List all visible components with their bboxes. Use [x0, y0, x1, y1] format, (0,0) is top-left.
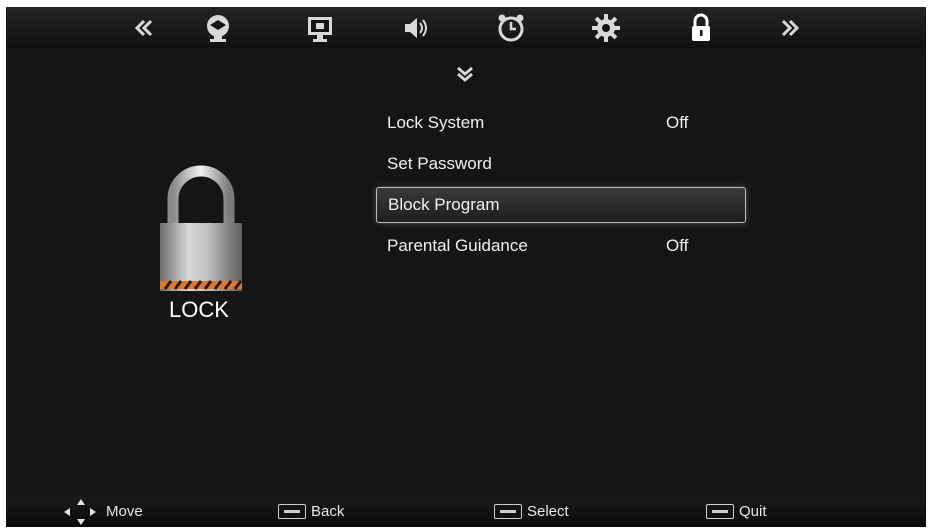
menu-key-icon — [278, 503, 306, 519]
menu-item-label: Block Program — [388, 195, 500, 214]
hint-quit: Quit — [706, 497, 767, 527]
chevron-left-double-icon[interactable] — [126, 11, 160, 45]
clock-icon[interactable] — [494, 11, 528, 45]
menu-item-block-program[interactable]: Block Program — [376, 187, 746, 223]
hint-move: Move — [58, 497, 143, 527]
hint-back-label: Back — [311, 503, 345, 520]
section-title: LOCK — [169, 297, 229, 322]
hint-select: Select — [494, 497, 569, 527]
lock-icon[interactable] — [684, 11, 718, 45]
menu-item-lock-system[interactable]: Lock System Off — [376, 105, 748, 141]
category-bar — [6, 7, 926, 49]
menu-item-value: Off — [666, 236, 689, 255]
hint-back: Back — [278, 497, 344, 527]
hint-quit-label: Quit — [739, 503, 767, 520]
ok-key-icon — [494, 503, 522, 519]
chevron-right-double-icon[interactable] — [774, 11, 808, 45]
sound-icon[interactable] — [399, 11, 433, 45]
padlock-icon — [151, 157, 251, 307]
display-icon[interactable] — [303, 11, 337, 45]
menu-item-label: Lock System — [387, 113, 485, 132]
gear-icon[interactable] — [589, 11, 623, 45]
hint-select-label: Select — [527, 503, 569, 520]
tv-menu-screen: LOCK Lock System Off Set Password Block … — [6, 7, 926, 527]
hint-move-label: Move — [106, 503, 143, 520]
exit-key-icon — [706, 503, 734, 519]
arrow-keys-icon — [58, 499, 102, 526]
menu-item-label: Parental Guidance — [387, 236, 528, 255]
key-hint-bar: Move Back Select Quit — [6, 497, 926, 527]
menu-item-value: Off — [666, 113, 689, 132]
chevron-down-double-icon — [454, 63, 476, 85]
menu-item-set-password[interactable]: Set Password — [376, 146, 748, 182]
menu-item-parental-guidance[interactable]: Parental Guidance Off — [376, 228, 748, 264]
menu-item-label: Set Password — [387, 154, 492, 173]
picture-icon[interactable] — [201, 11, 235, 45]
